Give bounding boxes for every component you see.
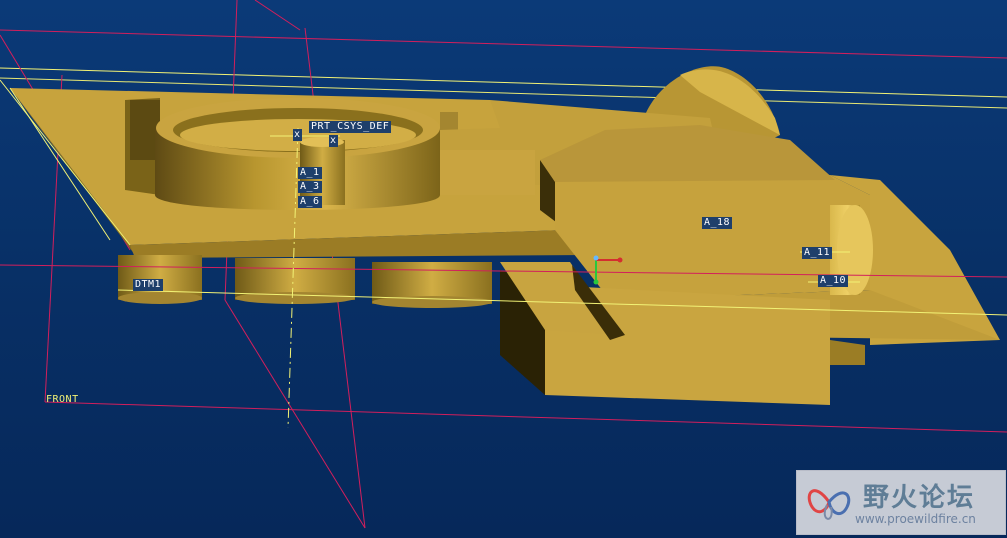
watermark-url: www.proewildfire.cn xyxy=(855,512,976,526)
ring-feature xyxy=(125,98,458,210)
csys-marker-left[interactable]: x xyxy=(293,129,302,141)
datum-label-front[interactable]: FRONT xyxy=(46,394,79,406)
axis-label-a18[interactable]: A_18 xyxy=(702,217,733,229)
axis-label-a11[interactable]: A_11 xyxy=(802,247,833,259)
axis-label-a6[interactable]: A_6 xyxy=(298,196,322,208)
datum-label-dtm1[interactable]: DTM1 xyxy=(133,279,164,291)
watermark-title: 野火论坛 xyxy=(863,483,976,513)
forum-watermark: 野火论坛 www.proewildfire.cn xyxy=(796,470,1006,535)
lower-bosses xyxy=(118,255,492,308)
butterfly-logo-icon xyxy=(807,489,851,520)
axis-label-a3[interactable]: A_3 xyxy=(298,181,322,193)
csys-label[interactable]: PRT_CSYS_DEF xyxy=(309,121,392,133)
csys-marker-right[interactable]: x xyxy=(329,135,338,147)
3d-model-viewport[interactable]: x PRT_CSYS_DEF x A_1 A_3 A_6 A_18 A_11 A… xyxy=(0,0,1007,538)
axis-label-a1[interactable]: A_1 xyxy=(298,167,322,179)
axis-label-a10[interactable]: A_10 xyxy=(818,275,849,287)
model-scene[interactable] xyxy=(0,0,1007,538)
